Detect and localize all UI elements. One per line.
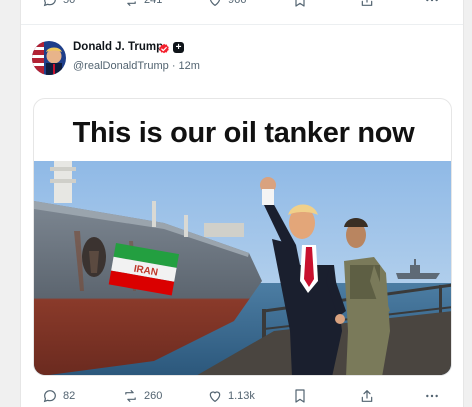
repost-icon <box>125 390 136 402</box>
author-name[interactable]: Donald J. Trump <box>73 41 163 53</box>
image-headline: This is our oil tanker now <box>72 117 415 149</box>
more-button[interactable] <box>424 384 440 407</box>
share-button[interactable] <box>359 384 375 407</box>
reply-icon <box>43 0 56 7</box>
bookmark-icon <box>295 0 305 7</box>
bookmark-button[interactable] <box>293 0 307 12</box>
author-handle[interactable]: @realDonaldTrump · 12m <box>73 60 200 72</box>
timeline-card: 50 241 966 Donald J. Trump + @realDonald… <box>20 0 464 407</box>
like-count: 966 <box>228 0 247 6</box>
like-icon <box>209 0 221 6</box>
repost-icon <box>127 1 136 6</box>
post-divider <box>21 24 463 25</box>
reply-button[interactable]: 50 <box>42 0 75 12</box>
avatar[interactable] <box>32 41 66 75</box>
like-button[interactable]: 1.13k <box>207 384 255 407</box>
photo: IRAN <box>34 161 451 375</box>
more-icon <box>426 0 438 2</box>
reply-button[interactable]: 82 <box>42 384 75 407</box>
post-media[interactable]: This is our oil tanker now IRAN <box>33 98 452 376</box>
repost-button[interactable]: 260 <box>122 384 162 407</box>
reply-count: 50 <box>63 0 76 6</box>
like-button[interactable]: 966 <box>207 0 246 12</box>
bookmark-button[interactable] <box>293 384 307 407</box>
previous-post-actions: 50 241 966 <box>21 0 463 12</box>
handle-text: @realDonaldTrump <box>73 60 169 72</box>
share-button[interactable] <box>359 0 375 12</box>
repost-count: 260 <box>144 390 163 402</box>
verified-badge <box>158 42 170 60</box>
verified-icon <box>159 43 169 54</box>
more-icon <box>426 394 438 398</box>
post-time[interactable]: 12m <box>179 60 200 72</box>
like-icon <box>209 391 221 402</box>
repost-button[interactable]: 241 <box>122 0 162 12</box>
post-actions: 82 260 1.13k <box>21 384 463 407</box>
more-button[interactable] <box>424 0 440 12</box>
reply-count: 82 <box>63 390 76 402</box>
bookmark-icon <box>295 389 305 403</box>
handle-separator: · <box>171 60 176 72</box>
reply-icon <box>43 390 56 403</box>
share-icon <box>361 0 373 6</box>
like-count: 1.13k <box>228 390 255 402</box>
affiliate-badge-icon: + <box>173 42 184 53</box>
repost-count: 241 <box>144 0 163 6</box>
share-icon <box>361 390 373 402</box>
